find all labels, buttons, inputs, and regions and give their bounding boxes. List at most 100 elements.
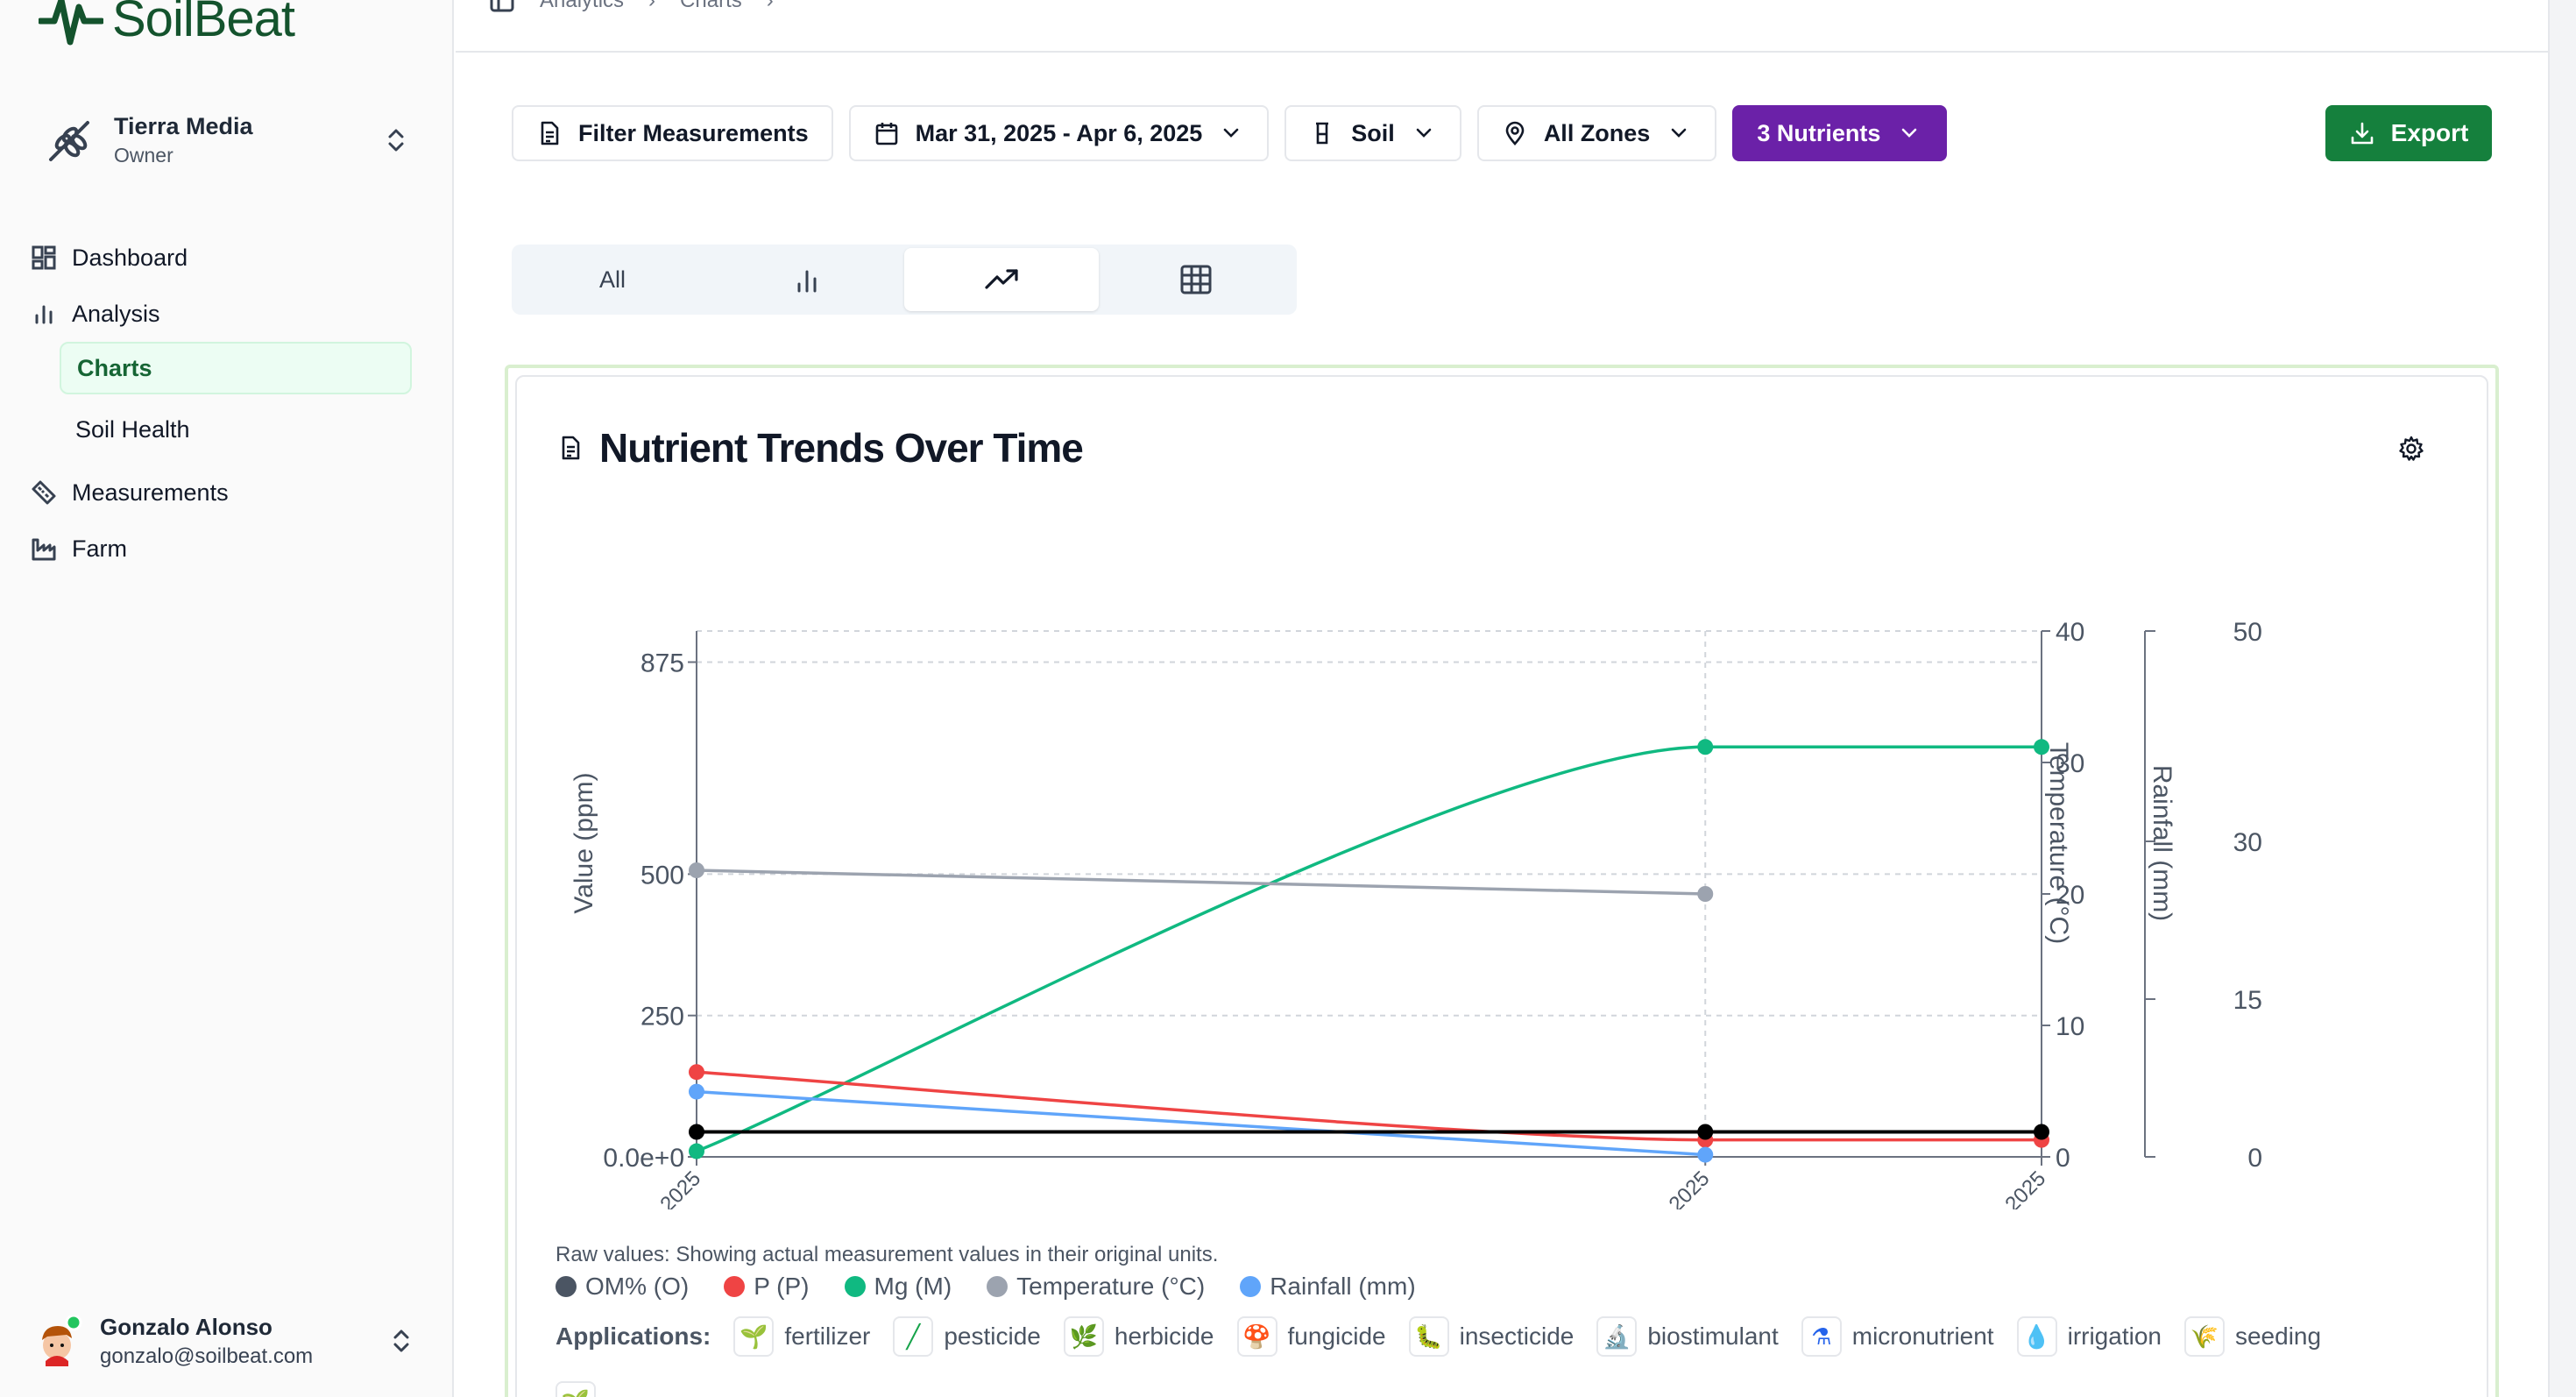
application-label: biostimulant bbox=[1647, 1323, 1779, 1350]
nav-measurements[interactable]: Measurements bbox=[25, 464, 421, 521]
y2-axis-label: Temperature (°C) bbox=[2044, 742, 2073, 944]
nav-measurements-label: Measurements bbox=[72, 479, 229, 506]
y-tick-label: 500 bbox=[640, 861, 684, 890]
nav-farm[interactable]: Farm bbox=[25, 521, 421, 577]
sidebar: SoilBeat Tierra Media Owner Dashboard An… bbox=[0, 0, 454, 1397]
application-herbicide[interactable]: 🌿 herbicide bbox=[1063, 1316, 1214, 1357]
user-name: Gonzalo Alonso bbox=[100, 1313, 272, 1340]
legend-item-mg[interactable]: Mg (M) bbox=[844, 1273, 952, 1301]
legend-swatch bbox=[1240, 1276, 1262, 1297]
chart-axes: 0.0e+02505008750102030400153050Apr 1, 20… bbox=[603, 618, 2262, 1209]
sample-type-select[interactable]: Soil bbox=[1284, 105, 1461, 161]
tab-line-chart[interactable] bbox=[904, 248, 1099, 311]
application-fungicide[interactable]: 🍄 fungicide bbox=[1236, 1316, 1386, 1357]
application-label: pesticide bbox=[944, 1323, 1041, 1350]
chart-labels: Value (ppm) Temperature (°C) Rainfall (m… bbox=[570, 742, 2176, 944]
application-label: irrigation bbox=[2067, 1323, 2162, 1350]
data-point-om-o bbox=[689, 1124, 704, 1140]
org-switcher[interactable]: Tierra Media Owner bbox=[44, 105, 412, 175]
filter-measurements-label: Filter Measurements bbox=[578, 119, 809, 146]
factory-icon bbox=[32, 538, 56, 561]
chevron-down-icon bbox=[1416, 128, 1432, 138]
nav-farm-label: Farm bbox=[72, 535, 127, 562]
y3-tick-label: 50 bbox=[2233, 618, 2262, 647]
legend-swatch bbox=[556, 1276, 577, 1297]
dashboard-icon bbox=[32, 245, 56, 270]
sprout-icon: 🌱 bbox=[733, 1316, 775, 1357]
y-axis-label: Value (ppm) bbox=[570, 772, 598, 913]
application-label: fertilizer bbox=[784, 1323, 871, 1350]
nav-charts[interactable]: Charts bbox=[60, 342, 412, 394]
legend-item-temperature[interactable]: Temperature (°C) bbox=[987, 1273, 1205, 1301]
zones-label: All Zones bbox=[1543, 119, 1651, 146]
nav-analysis[interactable]: Analysis bbox=[25, 286, 421, 342]
tab-table[interactable] bbox=[1099, 248, 1293, 311]
file-text-icon bbox=[541, 121, 559, 145]
gear-icon[interactable] bbox=[2397, 435, 2425, 463]
legend-label: Rainfall (mm) bbox=[1270, 1273, 1416, 1300]
legend-item-p[interactable]: P (P) bbox=[724, 1273, 810, 1301]
calendar-icon bbox=[875, 123, 897, 145]
y-tick-label: 0.0e+0 bbox=[603, 1144, 684, 1173]
data-point-rainfall-mm bbox=[1697, 1146, 1714, 1163]
nav-soil-health[interactable]: Soil Health bbox=[60, 403, 412, 456]
filter-measurements-button[interactable]: Filter Measurements bbox=[512, 105, 833, 161]
application-label: micronutrient bbox=[1851, 1323, 1994, 1350]
data-point-temperature-c bbox=[1697, 886, 1714, 902]
application-irrigation[interactable]: 💧 irrigation bbox=[2016, 1316, 2162, 1357]
series-line-p-p bbox=[696, 1070, 2042, 1142]
heartbeat-logo-icon bbox=[39, 0, 103, 46]
data-point-mg-m bbox=[1697, 739, 1714, 755]
nav-soil-health-label: Soil Health bbox=[75, 415, 190, 443]
y-tick-label: 250 bbox=[640, 1003, 684, 1032]
y-tick-label: 875 bbox=[640, 649, 684, 677]
application-label: herbicide bbox=[1114, 1323, 1214, 1350]
applications-legend-overflow: 🌱 bbox=[556, 1381, 596, 1397]
raw-values-note: Raw values: Showing actual measurement v… bbox=[556, 1243, 1219, 1266]
legend-item-om[interactable]: OM% (O) bbox=[556, 1273, 689, 1301]
tab-all[interactable]: All bbox=[515, 248, 710, 311]
breadcrumb-analytics[interactable]: Analytics bbox=[540, 0, 624, 13]
data-point-mg-m bbox=[689, 1143, 704, 1159]
tab-bar-chart[interactable] bbox=[710, 248, 904, 311]
brand-logo[interactable]: SoilBeat bbox=[39, 0, 295, 49]
view-tabs: All bbox=[512, 245, 1297, 315]
chart-legend: OM% (O) P (P) Mg (M) Temperature (°C) Ra… bbox=[556, 1273, 1416, 1301]
legend-item-rainfall[interactable]: Rainfall (mm) bbox=[1240, 1273, 1416, 1301]
main-nav: Dashboard Analysis Charts Soil Health Me… bbox=[25, 230, 421, 577]
sidebar-toggle-icon[interactable] bbox=[489, 0, 515, 14]
application-label: insecticide bbox=[1459, 1323, 1575, 1350]
application-micronutrient[interactable]: ⚗ micronutrient bbox=[1801, 1316, 1994, 1357]
application-insecticide[interactable]: 🐛 insecticide bbox=[1408, 1316, 1575, 1357]
nav-dashboard[interactable]: Dashboard bbox=[25, 230, 421, 286]
droplet-icon: 💧 bbox=[2016, 1316, 2057, 1357]
data-point-temperature-c bbox=[689, 862, 704, 878]
export-button[interactable]: Export bbox=[2325, 105, 2492, 161]
zones-select[interactable]: All Zones bbox=[1476, 105, 1717, 161]
application-pesticide[interactable]: ╱ pesticide bbox=[893, 1316, 1041, 1357]
nutrients-select[interactable]: 3 Nutrients bbox=[1732, 105, 1948, 161]
application-seeding[interactable]: 🌾 seeding bbox=[2183, 1316, 2321, 1357]
x-tick-label: Apr 1, 2025 bbox=[612, 1167, 705, 1209]
breadcrumb-charts[interactable]: Charts bbox=[680, 0, 742, 13]
filter-bar: Filter Measurements Mar 31, 2025 - Apr 6… bbox=[512, 105, 1948, 161]
microscope-icon: 🔬 bbox=[1596, 1316, 1638, 1357]
ruler-icon bbox=[32, 480, 56, 505]
scrollbar[interactable] bbox=[2548, 0, 2576, 1397]
y3-axis-label: Rainfall (mm) bbox=[2148, 765, 2176, 921]
y2-tick-label: 10 bbox=[2056, 1012, 2084, 1041]
org-name: Tierra Media bbox=[114, 113, 253, 139]
mushroom-icon: 🍄 bbox=[1236, 1316, 1277, 1357]
nav-analysis-label: Analysis bbox=[72, 300, 160, 327]
sample-type-label: Soil bbox=[1351, 119, 1395, 146]
spray-icon: ╱ bbox=[893, 1316, 934, 1357]
application-biostimulant[interactable]: 🔬 biostimulant bbox=[1596, 1316, 1779, 1357]
nutrient-line-chart: 0.0e+02505008750102030400153050Apr 1, 20… bbox=[570, 618, 2262, 1209]
breadcrumb-separator: › bbox=[648, 0, 656, 12]
nav-dashboard-label: Dashboard bbox=[72, 244, 188, 271]
application-fertilizer[interactable]: 🌱 fertilizer bbox=[733, 1316, 870, 1357]
date-range-picker[interactable]: Mar 31, 2025 - Apr 6, 2025 bbox=[848, 105, 1270, 161]
user-menu[interactable]: Gonzalo Alonso gonzalo@soilbeat.com bbox=[32, 1306, 417, 1376]
legend-label: P (P) bbox=[754, 1273, 810, 1300]
beaker-icon bbox=[1316, 122, 1329, 145]
